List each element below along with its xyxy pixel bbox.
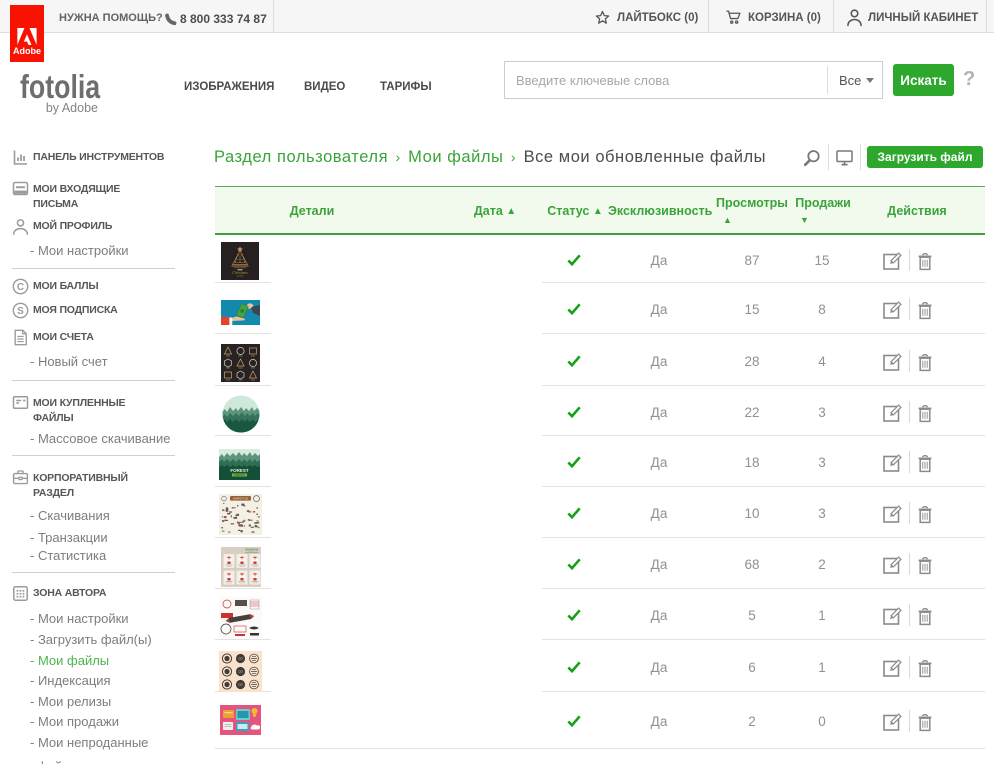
svg-text:CAMPING: CAMPING	[233, 473, 245, 477]
svg-text:Christmas: Christmas	[232, 271, 248, 275]
svg-text:FOREST: FOREST	[230, 468, 249, 473]
svg-text:CO: CO	[238, 683, 243, 687]
svg-text:CO: CO	[238, 670, 243, 674]
svg-text:C: C	[17, 282, 24, 293]
svg-text:CO: CO	[238, 657, 243, 661]
svg-text:S: S	[17, 306, 24, 317]
svg-text:Santa Claus: Santa Claus	[244, 549, 260, 553]
svg-text:HAIRSTYLE: HAIRSTYLE	[233, 497, 249, 501]
